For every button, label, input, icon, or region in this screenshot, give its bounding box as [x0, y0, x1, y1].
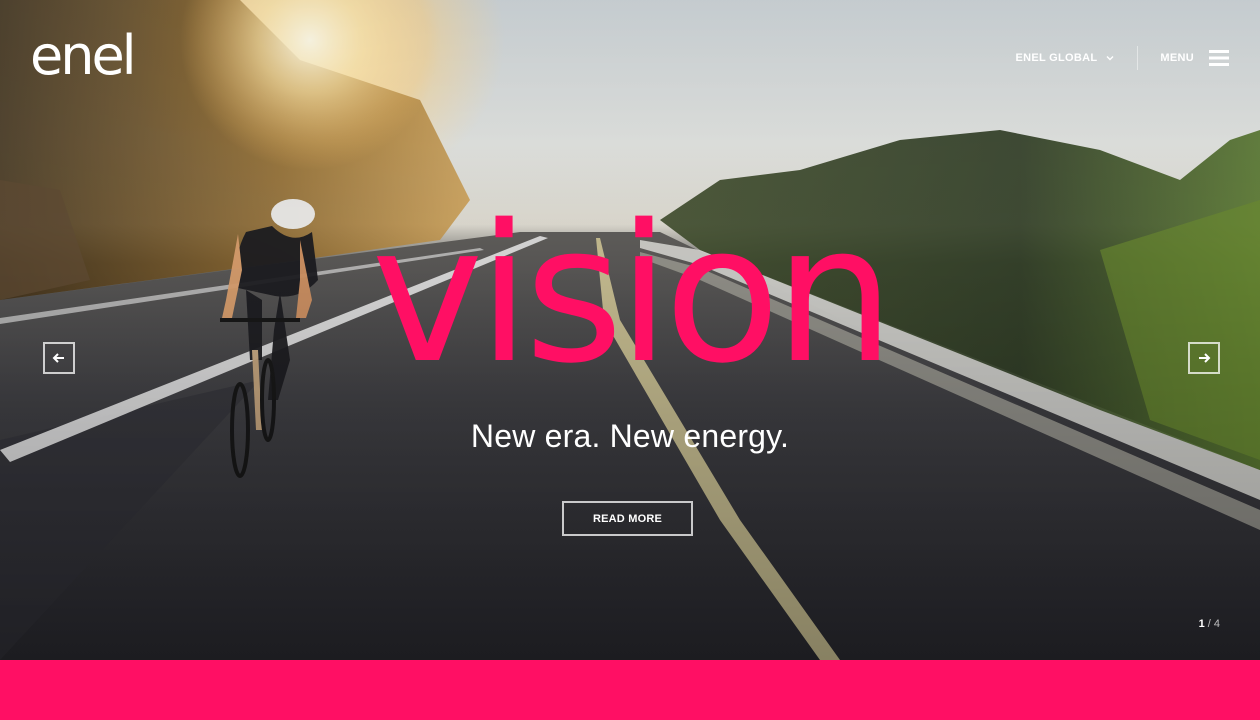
nav-divider	[1137, 46, 1139, 70]
read-more-button[interactable]: READ MORE	[562, 501, 693, 536]
menu-button[interactable]: MENU	[1160, 48, 1230, 68]
hero-headline: vision	[371, 208, 895, 378]
hero-tagline: New era. New energy.	[470, 418, 790, 454]
enel-logo-wordmark: enel	[30, 28, 134, 80]
region-selector[interactable]: ENEL GLOBAL	[1015, 52, 1115, 64]
enel-logo[interactable]: enel	[30, 28, 150, 80]
arrow-right-icon	[1199, 353, 1211, 363]
slide-separator: /	[1204, 618, 1214, 630]
page: enel ENEL GLOBAL MENU vision New era. Ne…	[0, 0, 1260, 720]
hero-headline-text: vision	[371, 208, 889, 378]
menu-label: MENU	[1160, 52, 1194, 64]
brand-color-band	[0, 660, 1260, 720]
top-navigation: ENEL GLOBAL MENU	[1015, 44, 1230, 72]
slide-total: 4	[1213, 618, 1220, 630]
carousel-prev-button[interactable]	[43, 342, 75, 374]
hamburger-menu-icon	[1209, 50, 1229, 66]
carousel-next-button[interactable]	[1188, 342, 1220, 374]
slide-counter: 1 / 4	[1199, 618, 1220, 630]
chevron-down-icon	[1106, 56, 1114, 61]
arrow-left-icon	[52, 353, 64, 363]
read-more-label: READ MORE	[592, 512, 663, 525]
region-selector-label: ENEL GLOBAL	[1015, 52, 1098, 64]
